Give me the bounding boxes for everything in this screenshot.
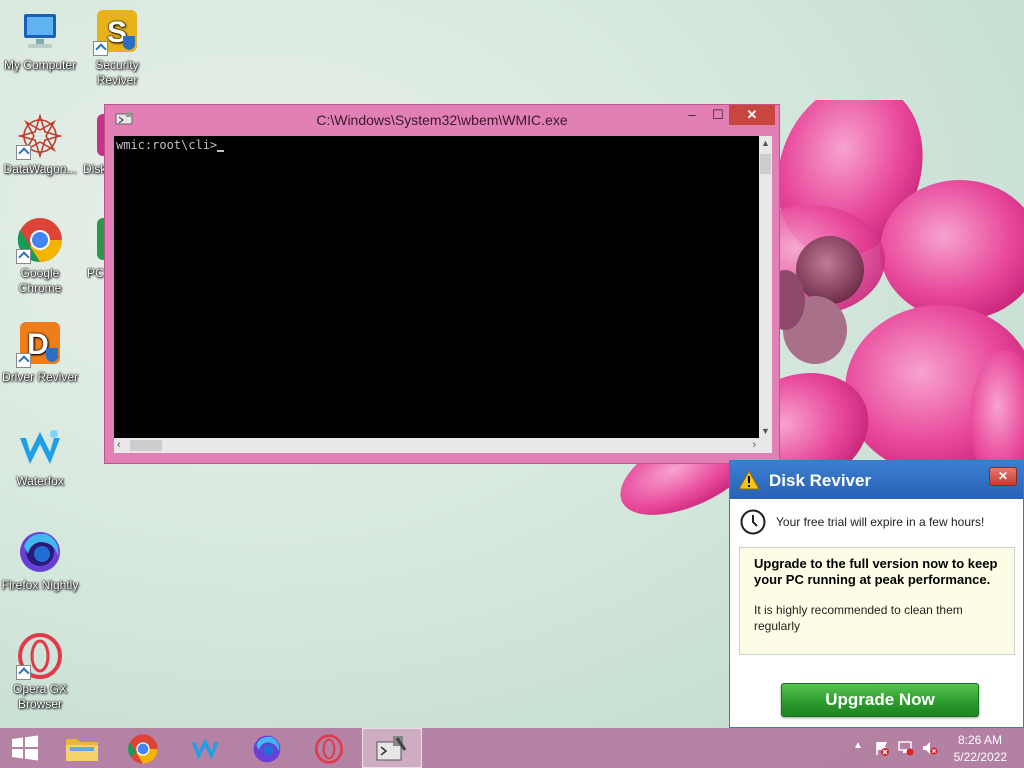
desktop-icon-label: DataWagon... (3, 162, 77, 176)
desktop-icon-label: My Computer (3, 58, 77, 72)
firefox-nightly-icon (253, 735, 281, 763)
chrome-icon (16, 216, 64, 264)
network-icon[interactable] (898, 740, 914, 756)
volume-muted-icon[interactable] (922, 740, 938, 756)
console-output-area[interactable]: wmic:root\cli> (114, 136, 759, 438)
taskbar-clock-date[interactable]: 5/22/2022 (954, 750, 1007, 764)
wmic-console-window[interactable]: C:\Windows\System32\wbem\WMIC.exe ‒ ☐ ✕ … (104, 104, 780, 464)
desktop-icon-google-chrome[interactable]: Google Chrome (0, 216, 80, 296)
horizontal-scroll-thumb[interactable] (130, 440, 162, 451)
console-prompt: wmic:root\cli> (116, 138, 218, 152)
taskbar-file-explorer[interactable] (52, 728, 112, 768)
text-cursor (217, 140, 225, 152)
trial-notice: Your free trial will expire in a few hou… (740, 509, 1013, 535)
system-tray: ▲ (850, 728, 950, 768)
upgrade-now-button[interactable]: Upgrade Now (781, 683, 979, 717)
desktop-icon-datawagon[interactable]: DataWagon... (0, 112, 80, 177)
horizontal-scrollbar[interactable]: ‹ › (114, 438, 759, 453)
show-hidden-icons-chevron-icon[interactable]: ▲ (853, 740, 863, 751)
scroll-up-arrow-icon[interactable]: ▲ (759, 138, 772, 148)
windows-logo-icon (12, 735, 38, 761)
popup-title: Disk Reviver (769, 471, 872, 490)
close-button[interactable]: ✕ (729, 105, 775, 125)
desktop-icon-label: Opera GX Browser (12, 682, 68, 711)
vertical-scrollbar[interactable]: ▲ ▼ (759, 136, 772, 438)
security-reviver-icon: S (93, 8, 141, 56)
taskbar-opera-gx[interactable] (300, 728, 360, 768)
desktop-icon-driver-reviver[interactable]: D Driver Reviver (0, 320, 80, 385)
shortcut-arrow-icon (16, 665, 31, 680)
desktop-icon-firefox-nightly[interactable]: Firefox Nightly (0, 528, 80, 593)
desktop-icon-my-computer[interactable]: My Computer (0, 8, 80, 73)
desktop-icon-opera-gx[interactable]: Opera GX Browser (0, 632, 80, 712)
taskbar-clock-time[interactable]: 8:26 AM (958, 733, 1002, 747)
opera-gx-icon (16, 632, 64, 680)
folder-icon (66, 739, 98, 761)
upgrade-info-box: Upgrade to the full version now to keep … (739, 547, 1015, 655)
desktop-icon-label: Waterfox (16, 474, 64, 488)
taskbar-google-chrome[interactable] (114, 728, 174, 768)
shortcut-arrow-icon (16, 249, 31, 264)
driver-reviver-icon: D (16, 320, 64, 368)
desktop-icon-pc[interactable]: P PC (75, 216, 105, 281)
popup-close-button[interactable]: ✕ (989, 467, 1017, 486)
desktop-icon-label: PC (87, 266, 104, 280)
popup-header: Disk Reviver ✕ (730, 461, 1023, 499)
window-titlebar[interactable]: C:\Windows\System32\wbem\WMIC.exe ‒ ☐ ✕ (105, 105, 779, 133)
desktop-icon-label: Firefox Nightly (1, 578, 79, 592)
start-button[interactable] (0, 728, 60, 768)
shortcut-arrow-icon (16, 145, 31, 160)
disk-reviver-popup[interactable]: Disk Reviver ✕ Your free trial will expi… (729, 460, 1024, 728)
desktop-icon-security-reviver[interactable]: S Security Reviver (77, 8, 157, 88)
desktop-icon-label: Google Chrome (18, 266, 62, 295)
clock-icon (740, 509, 766, 535)
upgrade-note: It is highly recommended to clean them r… (754, 603, 963, 633)
action-center-flag-icon[interactable] (874, 740, 890, 756)
desktop-icon-label: Driver Reviver (1, 370, 78, 384)
computer-icon (16, 8, 64, 56)
firefox-nightly-icon (16, 528, 64, 576)
taskbar-firefox-nightly[interactable] (238, 728, 298, 768)
wmic-app-icon (376, 736, 407, 761)
warning-icon (738, 470, 760, 490)
scroll-left-arrow-icon[interactable]: ‹ (117, 439, 121, 451)
trial-message: Your free trial will expire in a few hou… (776, 515, 985, 529)
chrome-icon (128, 734, 158, 764)
datawagon-icon (16, 112, 64, 160)
desktop-icon-disk[interactable]: H Disk (75, 112, 105, 177)
taskbar-waterfox[interactable] (176, 728, 236, 768)
waterfox-icon (191, 738, 219, 760)
scroll-right-arrow-icon[interactable]: › (752, 439, 756, 451)
taskbar-wmic-console[interactable] (362, 728, 422, 768)
shortcut-arrow-icon (93, 41, 108, 56)
desktop-icon-waterfox[interactable]: Waterfox (0, 424, 80, 489)
opera-gx-icon (315, 734, 343, 764)
desktop-icon-label: Security Reviver (95, 58, 139, 87)
desktop-icon-label: Disk (83, 162, 105, 176)
upgrade-headline: Upgrade to the full version now to keep … (754, 556, 998, 587)
scroll-down-arrow-icon[interactable]: ▼ (759, 426, 772, 436)
shortcut-arrow-icon (16, 353, 31, 368)
taskbar: ▲ 8:26 AM 5/22/2022 (0, 728, 1024, 768)
waterfox-icon (16, 424, 64, 472)
vertical-scroll-thumb[interactable] (760, 154, 771, 174)
resize-grip[interactable] (759, 438, 772, 453)
